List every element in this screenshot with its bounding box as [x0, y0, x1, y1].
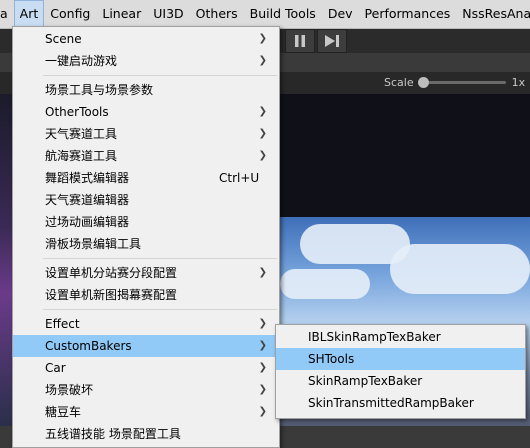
menu-separator	[43, 258, 277, 259]
scale-label: Scale	[384, 76, 414, 89]
menu-item-label: 场景工具与场景参数	[45, 83, 154, 97]
menu-item-one-click-start[interactable]: 一键启动游戏 ❯	[13, 50, 279, 72]
menu-item-scene-tools-params[interactable]: 场景工具与场景参数	[13, 79, 279, 101]
chevron-right-icon: ❯	[258, 128, 267, 139]
menu-item-label: 过场动画编辑器	[45, 215, 130, 229]
pause-button[interactable]	[285, 29, 315, 53]
menu-item-label: 天气赛道编辑器	[45, 193, 130, 207]
menu-item-label: SHTools	[308, 352, 355, 366]
menu-item-label: 设置单机新图揭幕赛配置	[45, 288, 178, 302]
step-button[interactable]	[317, 29, 347, 53]
menu-art[interactable]: Art	[13, 0, 45, 28]
menu-item-scene[interactable]: Scene ❯	[13, 28, 279, 50]
menu-item-label: 设置单机分站赛分段配置	[45, 266, 178, 280]
cloud-decoration	[390, 244, 530, 294]
menu-item-staff-skill-config[interactable]: 五线谱技能 场景配置工具	[13, 423, 279, 445]
chevron-right-icon: ❯	[258, 55, 267, 66]
menu-item-label: SkinTransmittedRampBaker	[308, 396, 474, 410]
menu-item-single-premiere-config[interactable]: 设置单机新图揭幕赛配置	[13, 284, 279, 306]
chevron-right-icon: ❯	[258, 406, 267, 417]
menu-item-label: 舞蹈模式编辑器	[45, 171, 130, 185]
menu-separator	[43, 309, 277, 310]
menu-nssresanaly[interactable]: NssResAnaly	[456, 0, 530, 28]
menu-item-skateboard-scene-tool[interactable]: 滑板场景编辑工具	[13, 233, 279, 255]
chevron-right-icon: ❯	[258, 362, 267, 373]
menu-dev[interactable]: Dev	[322, 0, 359, 28]
menu-performances[interactable]: Performances	[359, 0, 457, 28]
menu-item-label: 航海赛道工具	[45, 149, 118, 163]
cloud-decoration	[280, 269, 370, 299]
menu-ui3d[interactable]: UI3D	[147, 0, 189, 28]
menu-item-candy-car[interactable]: 糖豆车 ❯	[13, 401, 279, 423]
chevron-right-icon: ❯	[258, 150, 267, 161]
menu-a[interactable]: a	[0, 0, 14, 28]
menu-item-cutscene-editor[interactable]: 过场动画编辑器	[13, 211, 279, 233]
menu-item-sailing-track-tools[interactable]: 航海赛道工具 ❯	[13, 145, 279, 167]
menu-item-label: SkinRampTexBaker	[308, 374, 423, 388]
menu-item-weather-track-editor[interactable]: 天气赛道编辑器	[13, 189, 279, 211]
step-icon	[325, 35, 339, 47]
menu-item-single-stage-config[interactable]: 设置单机分站赛分段配置 ❯	[13, 262, 279, 284]
shortcut-label: Ctrl+U	[219, 171, 260, 185]
menu-item-car[interactable]: Car ❯	[13, 357, 279, 379]
menu-item-skinramptexbaker[interactable]: SkinRampTexBaker	[276, 370, 525, 392]
menu-item-label: 场景破坏	[45, 383, 94, 397]
menu-item-skintransmittedrampbaker[interactable]: SkinTransmittedRampBaker	[276, 392, 525, 414]
menu-item-effect[interactable]: Effect ❯	[13, 313, 279, 335]
chevron-right-icon: ❯	[258, 106, 267, 117]
scale-value: 1x	[511, 76, 526, 89]
menu-item-othertools[interactable]: OtherTools ❯	[13, 101, 279, 123]
play-controls	[285, 29, 347, 53]
menu-item-label: 一键启动游戏	[45, 54, 118, 68]
chevron-right-icon: ❯	[258, 33, 267, 44]
menu-build-tools[interactable]: Build Tools	[244, 0, 322, 28]
menu-item-label: OtherTools	[45, 105, 109, 119]
scale-control: Scale 1x	[384, 76, 525, 89]
scale-slider-knob[interactable]	[417, 77, 429, 88]
menu-config[interactable]: Config	[44, 0, 96, 28]
chevron-right-icon: ❯	[258, 384, 267, 395]
menu-item-scene-destruction[interactable]: 场景破坏 ❯	[13, 379, 279, 401]
menu-item-label: 五线谱技能 场景配置工具	[45, 427, 181, 441]
menu-item-custombakers[interactable]: CustomBakers ❯	[13, 335, 279, 357]
chevron-right-icon: ❯	[258, 318, 267, 329]
menu-item-shtools[interactable]: SHTools	[276, 348, 525, 370]
menu-item-label: 糖豆车	[45, 405, 82, 419]
menu-item-label: IBLSkinRampTexBaker	[308, 330, 441, 344]
menu-item-label: Scene	[45, 32, 82, 46]
scale-slider[interactable]	[417, 77, 506, 88]
menu-separator	[43, 75, 277, 76]
menu-item-label: 滑板场景编辑工具	[45, 237, 142, 251]
menu-linear[interactable]: Linear	[96, 0, 147, 28]
menu-item-label: Car	[45, 361, 66, 375]
menu-item-label: CustomBakers	[45, 339, 132, 353]
menu-item-label: 天气赛道工具	[45, 127, 118, 141]
art-dropdown-menu: Scene ❯ 一键启动游戏 ❯ 场景工具与场景参数 OtherTools ❯ 天气赛…	[12, 26, 280, 448]
chevron-right-icon: ❯	[258, 267, 267, 278]
chevron-right-icon: ❯	[258, 340, 267, 351]
menu-item-label: Effect	[45, 317, 80, 331]
custombakers-submenu: IBLSkinRampTexBaker SHTools SkinRampTexB…	[275, 324, 526, 419]
pause-icon	[295, 35, 305, 47]
menu-item-dance-editor[interactable]: 舞蹈模式编辑器 Ctrl+U	[13, 167, 279, 189]
menu-item-iblskinramptexbaker[interactable]: IBLSkinRampTexBaker	[276, 326, 525, 348]
menu-others[interactable]: Others	[190, 0, 244, 28]
main-menubar: a Art Config Linear UI3D Others Build To…	[0, 0, 530, 29]
menu-item-weather-track-tools[interactable]: 天气赛道工具 ❯	[13, 123, 279, 145]
